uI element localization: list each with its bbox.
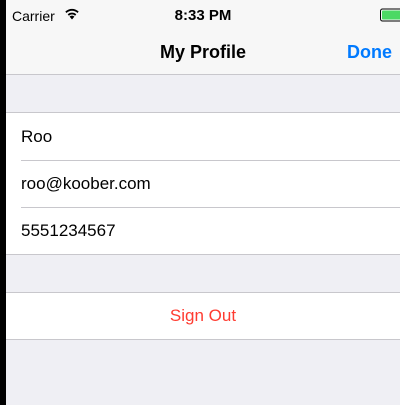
navigation-bar: My Profile Done	[6, 30, 400, 75]
status-bar: Carrier 8:33 PM	[6, 0, 400, 30]
battery-charging-icon	[380, 8, 400, 22]
done-button[interactable]: Done	[347, 42, 392, 63]
profile-screen: Carrier 8:33 PM My Profile Done Roo roo@…	[0, 0, 400, 405]
sign-out-button[interactable]: Sign Out	[6, 293, 400, 339]
phone-field[interactable]: 5551234567	[6, 207, 400, 254]
sign-out-section: Sign Out	[6, 292, 400, 340]
profile-info-section: Roo roo@koober.com 5551234567	[6, 112, 400, 255]
email-field[interactable]: roo@koober.com	[6, 160, 400, 207]
page-title: My Profile	[159, 42, 247, 62]
name-field[interactable]: Roo	[6, 113, 400, 160]
status-time: 8:33 PM	[174, 7, 232, 24]
